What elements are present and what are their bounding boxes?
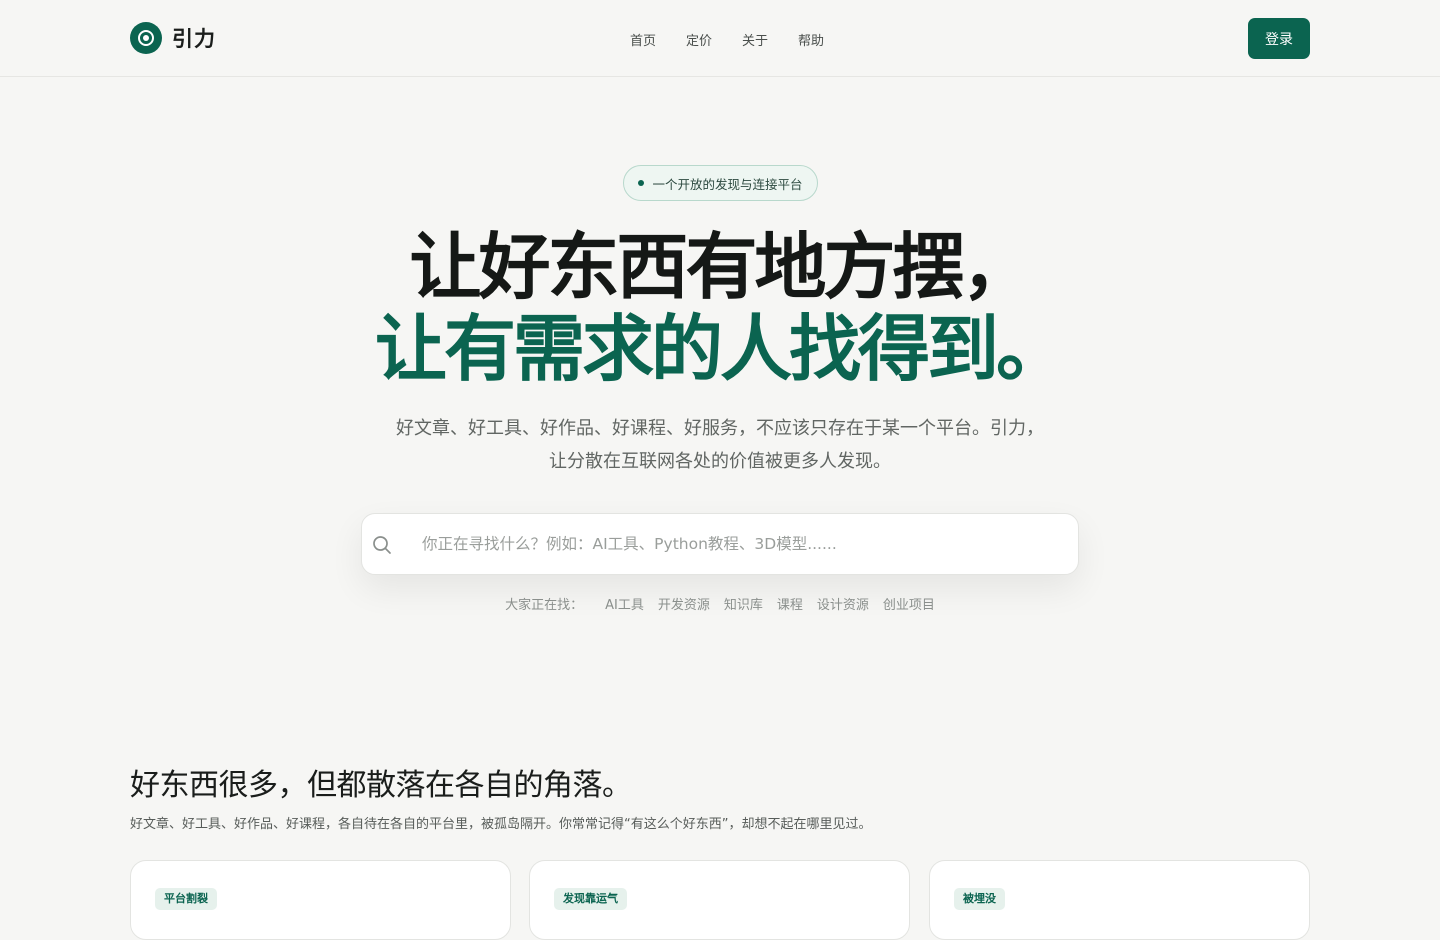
section-description: 好文章、好工具、好作品、好课程，各自待在各自的平台里，被孤岛隔开。你常常记得“有… bbox=[130, 817, 872, 832]
subtitle-line-1: 好文章、好工具、好作品、好课程、好服务，不应该只存在于某一个平台。引力， bbox=[396, 418, 1044, 439]
card-tag: 平台割裂 bbox=[155, 888, 217, 910]
search-icon[interactable] bbox=[372, 535, 392, 555]
hero-badge: 一个开放的发现与连接平台 bbox=[623, 165, 818, 201]
brand-name: 引力 bbox=[172, 27, 216, 51]
headline-line-1: 让好东西有地方摆， bbox=[409, 225, 1033, 309]
login-button[interactable]: 登录 bbox=[1248, 18, 1310, 59]
badge-dot-icon bbox=[638, 180, 645, 186]
hero-subtitle: 好文章、好工具、好作品、好课程、好服务，不应该只存在于某一个平台。引力， 让分散… bbox=[370, 412, 1070, 478]
card-tag: 发现靠运气 bbox=[554, 888, 627, 910]
headline-line-2: 让有需求的人找得到。 bbox=[374, 307, 1068, 391]
trending-tag-dev-resources[interactable]: 开发资源 bbox=[658, 594, 710, 613]
hero-headline: 让好东西有地方摆， 让有需求的人找得到。 bbox=[0, 226, 1440, 390]
logo-icon bbox=[130, 22, 162, 54]
top-header: 引力 首页 定价 关于 帮助 登录 bbox=[0, 0, 1440, 77]
problem-card[interactable]: 平台割裂 bbox=[130, 860, 511, 940]
nav-item-pricing[interactable]: 定价 bbox=[686, 30, 712, 49]
nav-item-about[interactable]: 关于 bbox=[742, 30, 768, 49]
trending-tag-courses[interactable]: 课程 bbox=[777, 594, 803, 613]
nav-item-home[interactable]: 首页 bbox=[630, 30, 656, 49]
brand-logo[interactable]: 引力 bbox=[130, 22, 216, 54]
nav-item-help[interactable]: 帮助 bbox=[798, 30, 824, 49]
problem-card[interactable]: 发现靠运气 bbox=[529, 860, 910, 940]
problem-card[interactable]: 被埋没 bbox=[929, 860, 1310, 940]
search-box bbox=[361, 513, 1079, 575]
section-title: 好东西很多，但都散落在各自的角落。 bbox=[130, 768, 632, 803]
hero-badge-text: 一个开放的发现与连接平台 bbox=[652, 176, 803, 192]
trending-tag-ai-tools[interactable]: AI工具 bbox=[605, 594, 644, 613]
main-nav: 首页 定价 关于 帮助 bbox=[630, 30, 824, 49]
trending-searches: 大家正在找： AI工具 开发资源 知识库 课程 设计资源 创业项目 bbox=[0, 594, 1440, 613]
trending-tag-design-resources[interactable]: 设计资源 bbox=[817, 594, 869, 613]
card-tag: 被埋没 bbox=[954, 888, 1005, 910]
trending-label: 大家正在找： bbox=[505, 598, 584, 613]
subtitle-line-2: 让分散在互联网各处的价值被更多人发现。 bbox=[549, 451, 891, 472]
trending-tag-knowledge-base[interactable]: 知识库 bbox=[724, 594, 763, 613]
search-input[interactable] bbox=[422, 514, 1062, 574]
trending-tag-startup-projects[interactable]: 创业项目 bbox=[883, 594, 935, 613]
